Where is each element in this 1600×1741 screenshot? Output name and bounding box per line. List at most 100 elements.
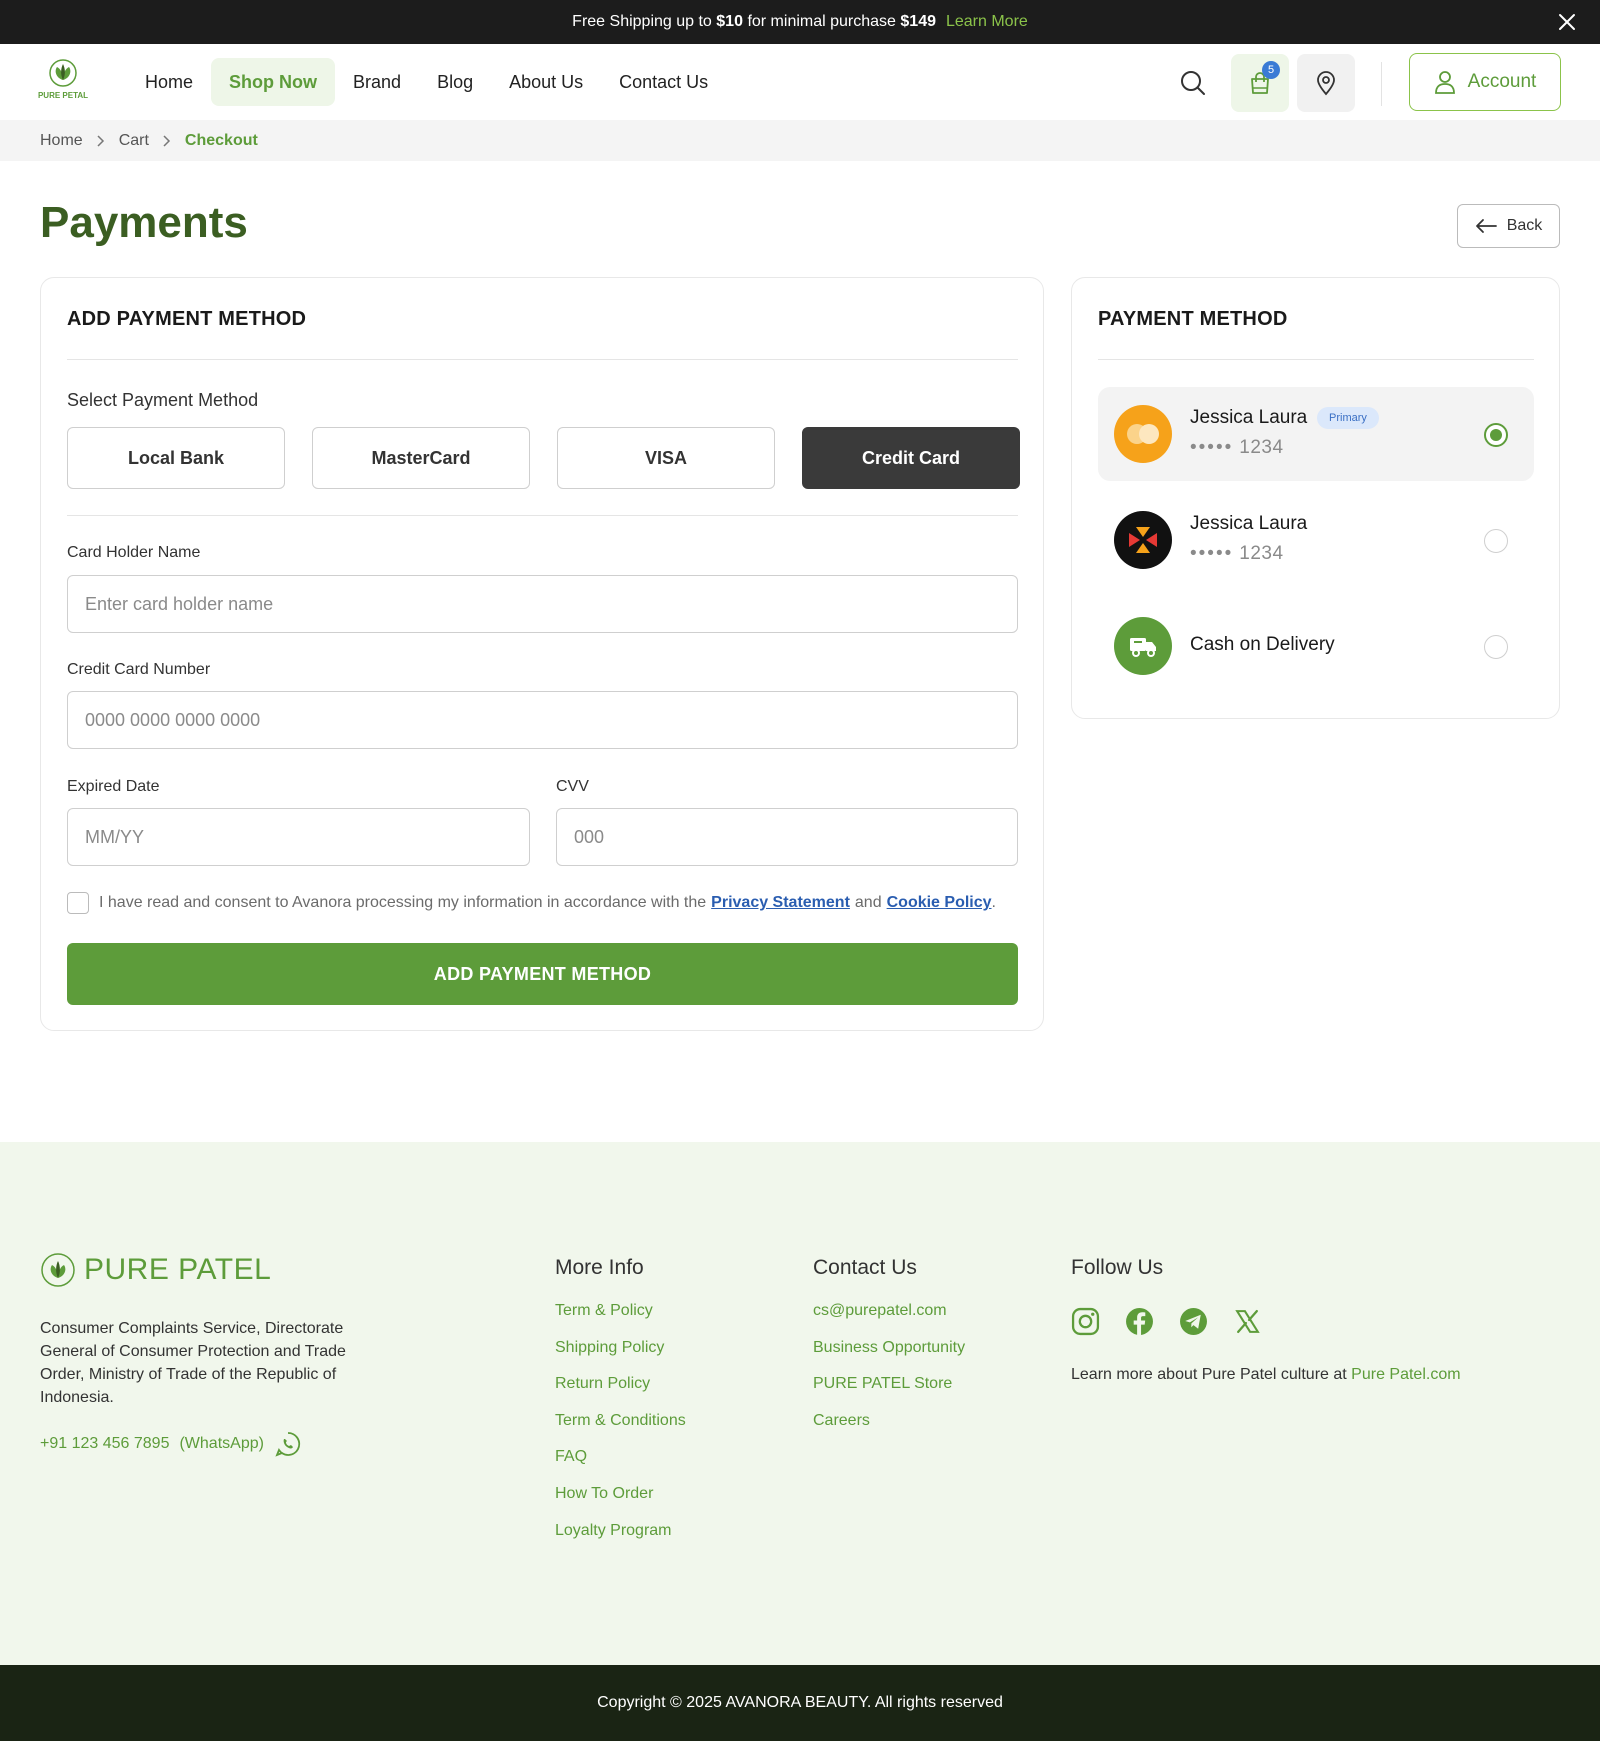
nav-menu: Home Shop Now Brand Blog About Us Contac…	[127, 58, 726, 106]
search-icon	[1181, 71, 1205, 95]
method-visa[interactable]: VISA	[557, 427, 775, 489]
promo-banner: Free Shipping up to $10 for minimal purc…	[0, 0, 1600, 44]
masked-card-number: ••••• 1234	[1190, 543, 1284, 564]
nav-divider	[1381, 62, 1382, 106]
user-icon	[1434, 71, 1455, 94]
footer-brand-name: PURE PATEL	[84, 1253, 272, 1286]
payment-radio[interactable]	[1484, 529, 1508, 553]
nav-item-brand[interactable]: Brand	[335, 58, 419, 106]
panel-divider	[1098, 359, 1534, 360]
method-local-bank[interactable]: Local Bank	[67, 427, 285, 489]
close-icon[interactable]	[1556, 11, 1578, 33]
account-button[interactable]: Account	[1409, 53, 1561, 111]
nav-item-home[interactable]: Home	[127, 58, 211, 106]
card-number-input[interactable]	[67, 691, 1018, 749]
footer-contact: Contact Us cs@purepatel.com Business Opp…	[813, 1256, 965, 1448]
footer-follow: Follow Us	[1071, 1256, 1163, 1302]
back-button[interactable]: Back	[1457, 204, 1560, 248]
payment-method-options: Local Bank MasterCard VISA Credit Card	[67, 427, 1020, 489]
footer: PURE PATEL Consumer Complaints Service, …	[0, 1142, 1600, 1665]
breadcrumb: Home Cart Checkout	[0, 120, 1600, 161]
consent-text: I have read and consent to Avanora proce…	[99, 894, 707, 911]
phone-note: (WhatsApp)	[179, 1435, 264, 1452]
method-credit-card[interactable]: Credit Card	[802, 427, 1020, 489]
cart-button[interactable]: 5	[1231, 54, 1289, 112]
delivery-truck-icon	[1114, 617, 1172, 675]
consent-checkbox[interactable]	[67, 892, 89, 914]
card-holder-input[interactable]	[67, 575, 1018, 633]
masked-card-number: ••••• 1234	[1190, 437, 1284, 458]
cvv-label: CVV	[556, 778, 589, 795]
phone-number: +91 123 456 7895	[40, 1435, 170, 1452]
footer-link-careers[interactable]: Careers	[813, 1412, 965, 1449]
payment-radio[interactable]	[1484, 635, 1508, 659]
footer-link-loyalty-program[interactable]: Loyalty Program	[555, 1522, 686, 1559]
add-payment-button[interactable]: ADD PAYMENT METHOD	[67, 943, 1018, 1005]
card-brand-icon	[1114, 511, 1172, 569]
facebook-icon[interactable]	[1125, 1307, 1154, 1336]
cvv-input[interactable]	[556, 808, 1018, 866]
learn-more-link[interactable]: Learn More	[946, 13, 1028, 31]
copyright-bar: Copyright © 2025 AVANORA BEAUTY. All rig…	[0, 1665, 1600, 1741]
footer-brand[interactable]: PURE PATEL	[40, 1252, 271, 1288]
consent-row: I have read and consent to Avanora proce…	[67, 892, 996, 914]
instagram-icon[interactable]	[1071, 1307, 1100, 1336]
cart-count-badge: 5	[1262, 61, 1280, 79]
expiry-input[interactable]	[67, 808, 530, 866]
footer-address: Consumer Complaints Service, Directorate…	[40, 1320, 346, 1406]
payment-entry-cod[interactable]: Cash on Delivery	[1098, 599, 1534, 693]
banner-text: Free Shipping up to $10 for minimal purc…	[572, 13, 936, 30]
payment-method-panel: PAYMENT METHOD Jessica Laura Primary •••…	[1071, 277, 1560, 719]
primary-badge: Primary	[1317, 407, 1379, 429]
cardholder-name: Jessica Laura	[1190, 407, 1308, 428]
panel-divider	[67, 359, 1018, 360]
add-payment-title: ADD PAYMENT METHOD	[67, 308, 307, 330]
footer-link-how-to-order[interactable]: How To Order	[555, 1485, 686, 1522]
arrow-left-icon	[1475, 219, 1497, 233]
footer-culture: Learn more about Pure Patel culture at P…	[1071, 1366, 1461, 1384]
footer-link-store[interactable]: PURE PATEL Store	[813, 1375, 965, 1412]
telegram-icon[interactable]	[1179, 1307, 1208, 1336]
cash-on-delivery-label: Cash on Delivery	[1190, 634, 1335, 655]
expiry-label: Expired Date	[67, 778, 160, 795]
location-button[interactable]	[1297, 54, 1355, 112]
footer-link-business[interactable]: Business Opportunity	[813, 1339, 965, 1376]
footer-phone[interactable]: +91 123 456 7895 (WhatsApp)	[40, 1430, 302, 1458]
chevron-right-icon	[97, 134, 104, 147]
card-holder-label: Card Holder Name	[67, 544, 201, 561]
privacy-statement-link[interactable]: Privacy Statement	[711, 894, 850, 912]
x-icon[interactable]	[1233, 1307, 1262, 1336]
footer-link-term-policy[interactable]: Term & Policy	[555, 1302, 686, 1339]
consent-and: and	[854, 894, 882, 911]
breadcrumb-cart[interactable]: Cart	[119, 132, 149, 150]
cardholder-name: Jessica Laura	[1190, 513, 1308, 534]
nav-item-blog[interactable]: Blog	[419, 58, 491, 106]
account-label: Account	[1467, 71, 1537, 92]
panel-divider	[67, 515, 1018, 516]
follow-title: Follow Us	[1071, 1256, 1164, 1279]
mastercard-icon	[1114, 405, 1172, 463]
footer-link-shipping-policy[interactable]: Shipping Policy	[555, 1339, 686, 1376]
search-button[interactable]	[1164, 54, 1222, 112]
footer-link-return-policy[interactable]: Return Policy	[555, 1375, 686, 1412]
payment-entry-primary[interactable]: Jessica Laura Primary ••••• 1234	[1098, 387, 1534, 481]
payment-entry[interactable]: Jessica Laura ••••• 1234	[1098, 493, 1534, 587]
main-nav: PURE PETAL Home Shop Now Brand Blog Abou…	[0, 44, 1600, 120]
contact-title: Contact Us	[813, 1256, 917, 1279]
breadcrumb-home[interactable]: Home	[40, 132, 83, 150]
nav-item-contact-us[interactable]: Contact Us	[601, 58, 726, 106]
brand-logo[interactable]: PURE PETAL	[38, 56, 88, 106]
select-method-label: Select Payment Method	[67, 390, 259, 410]
method-mastercard[interactable]: MasterCard	[312, 427, 530, 489]
location-pin-icon	[1317, 71, 1335, 96]
culture-link[interactable]: Pure Patel.com	[1351, 1366, 1460, 1383]
nav-item-shop-now[interactable]: Shop Now	[211, 58, 336, 106]
nav-item-about-us[interactable]: About Us	[491, 58, 601, 106]
footer-link-term-conditions[interactable]: Term & Conditions	[555, 1412, 686, 1449]
add-payment-panel: ADD PAYMENT METHOD Select Payment Method…	[40, 277, 1044, 1031]
footer-link-email[interactable]: cs@purepatel.com	[813, 1302, 965, 1339]
footer-link-faq[interactable]: FAQ	[555, 1448, 686, 1485]
cookie-policy-link[interactable]: Cookie Policy	[887, 894, 992, 912]
payment-radio-selected[interactable]	[1484, 423, 1508, 447]
whatsapp-icon	[275, 1432, 300, 1457]
